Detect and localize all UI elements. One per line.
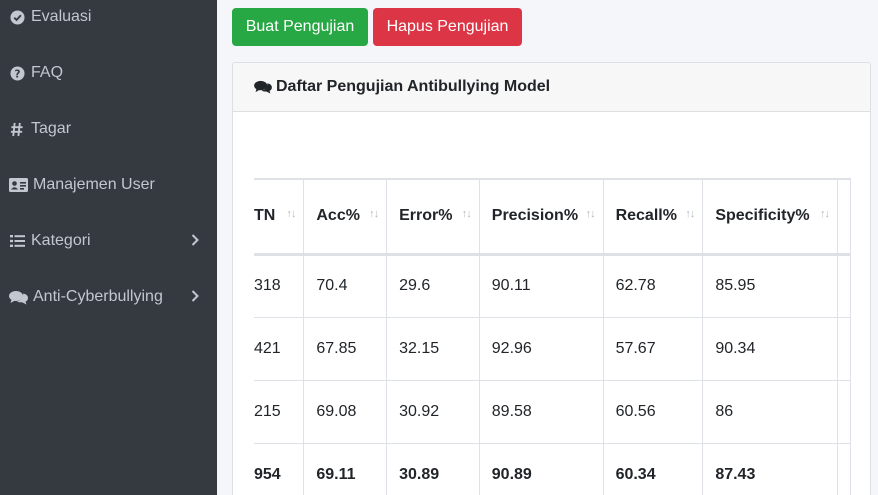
table-cell: 60.34 bbox=[603, 443, 704, 495]
sort-icon: ↑↓ bbox=[369, 208, 379, 220]
table-cell: 87.43 bbox=[702, 443, 838, 495]
sidebar-item-label: Tagar bbox=[31, 120, 72, 137]
sort-icon: ↑↓ bbox=[585, 208, 596, 220]
table-cell: 62.78 bbox=[603, 254, 704, 318]
sidebar-item-evaluasi[interactable]: Evaluasi bbox=[0, 0, 217, 37]
test-list-card: Daftar Pengujian Antibullying Model TN ↑↓… bbox=[232, 62, 871, 495]
table-header-row: TN ↑↓ Acc% ↑↓ Error% ↑↓ Precision% ↑↓ Recall… bbox=[254, 178, 852, 256]
table-row: 318 70.4 29.6 90.11 62.78 85.95 bbox=[254, 254, 852, 318]
table-cell: 32.15 bbox=[386, 317, 480, 381]
table-cell: 29.6 bbox=[386, 254, 480, 318]
delete-test-button[interactable]: Hapus Pengujian bbox=[373, 8, 522, 46]
chevron-right-icon bbox=[191, 290, 199, 302]
table-cell: 30.92 bbox=[386, 380, 480, 444]
check-circle-icon bbox=[8, 8, 26, 26]
table-cell bbox=[837, 254, 852, 318]
column-header-precision[interactable]: Precision% ↑↓ bbox=[479, 178, 604, 256]
id-card-icon bbox=[8, 176, 28, 194]
card-title: Daftar Pengujian Antibullying Model bbox=[276, 78, 551, 95]
column-header-specificity[interactable]: Specificity% ↑↓ bbox=[702, 178, 838, 256]
table-cell: 69.08 bbox=[303, 380, 388, 444]
table-cell bbox=[837, 443, 852, 495]
create-test-button[interactable]: Buat Pengujian bbox=[232, 8, 368, 46]
table-cell: 57.67 bbox=[603, 317, 704, 381]
column-header-overflow bbox=[837, 178, 852, 256]
table-cell: 90.11 bbox=[479, 254, 604, 318]
table-cell: 318 bbox=[254, 254, 305, 318]
table-cell: 30.89 bbox=[386, 443, 480, 495]
sidebar-item-tagar[interactable]: Tagar bbox=[0, 109, 217, 149]
sidebar-item-label: Manajemen User bbox=[33, 176, 155, 193]
table-cell: 89.58 bbox=[479, 380, 604, 444]
comments-icon bbox=[8, 288, 28, 306]
sort-icon: ↑↓ bbox=[286, 208, 296, 220]
card-header: Daftar Pengujian Antibullying Model bbox=[233, 63, 870, 112]
table-cell: 90.34 bbox=[702, 317, 838, 381]
table-cell bbox=[837, 380, 852, 444]
table-cell: 954 bbox=[254, 443, 305, 495]
table-cell: 60.56 bbox=[603, 380, 704, 444]
sidebar-item-label: Anti-Cyberbullying bbox=[33, 288, 163, 305]
sort-icon: ↑↓ bbox=[461, 208, 472, 220]
column-header-tn[interactable]: TN ↑↓ bbox=[254, 178, 305, 256]
sort-icon: ↑↓ bbox=[819, 208, 830, 220]
column-header-acc[interactable]: Acc% ↑↓ bbox=[303, 178, 388, 256]
table-cell: 90.89 bbox=[479, 443, 604, 495]
table-cell: 85.95 bbox=[702, 254, 838, 318]
sidebar-item-faq[interactable]: ? FAQ bbox=[0, 53, 217, 93]
column-header-recall[interactable]: Recall% ↑↓ bbox=[603, 178, 704, 256]
question-circle-icon: ? bbox=[8, 64, 26, 82]
table-cell bbox=[837, 317, 852, 381]
test-results-table: TN ↑↓ Acc% ↑↓ Error% ↑↓ Precision% ↑↓ Recall… bbox=[254, 178, 852, 495]
svg-text:?: ? bbox=[14, 68, 20, 80]
sidebar-item-manajemen-user[interactable]: Manajemen User bbox=[0, 165, 217, 205]
table-cell: 92.96 bbox=[479, 317, 604, 381]
table-row: 421 67.85 32.15 92.96 57.67 90.34 bbox=[254, 317, 852, 381]
column-header-error[interactable]: Error% ↑↓ bbox=[386, 178, 480, 256]
sidebar-item-label: Kategori bbox=[31, 232, 91, 249]
comments-icon bbox=[254, 80, 272, 94]
table-cell: 421 bbox=[254, 317, 305, 381]
table-cell: 69.11 bbox=[303, 443, 388, 495]
sidebar-item-label: Evaluasi bbox=[31, 8, 92, 25]
sidebar-item-kategori[interactable]: Kategori bbox=[0, 221, 217, 261]
list-icon bbox=[8, 232, 26, 250]
chevron-right-icon bbox=[191, 234, 199, 246]
sidebar-item-anti-cyberbullying[interactable]: Anti-Cyberbullying bbox=[0, 277, 217, 317]
table-cell: 70.4 bbox=[303, 254, 388, 318]
table-row: 215 69.08 30.92 89.58 60.56 86 bbox=[254, 380, 852, 444]
table-cell: 215 bbox=[254, 380, 305, 444]
table-cell: 67.85 bbox=[303, 317, 388, 381]
table-cell: 86 bbox=[702, 380, 838, 444]
table-total-row: 954 69.11 30.89 90.89 60.34 87.43 bbox=[254, 443, 852, 495]
sidebar-item-label: FAQ bbox=[31, 64, 64, 81]
sidebar: Evaluasi ? FAQ Tagar Manajemen User Kate… bbox=[0, 0, 217, 495]
hashtag-icon bbox=[8, 120, 26, 138]
sort-icon: ↑↓ bbox=[685, 208, 695, 220]
